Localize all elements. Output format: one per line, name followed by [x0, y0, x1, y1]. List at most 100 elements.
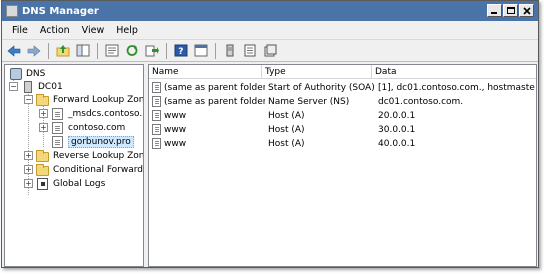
zone-icon: [51, 135, 65, 148]
record-type: Host (A): [268, 110, 305, 121]
zone-icon: [51, 107, 65, 120]
column-header-name[interactable]: Name: [149, 65, 262, 79]
record-data: 20.0.0.1: [378, 110, 416, 121]
record-data: 30.0.0.1: [378, 124, 416, 135]
properties-button[interactable]: [103, 42, 121, 60]
server-icon: [21, 80, 35, 93]
minimize-icon: [491, 12, 497, 14]
collapse-icon[interactable]: −: [24, 95, 33, 104]
zone-icon: [244, 44, 256, 57]
export-list-button[interactable]: [143, 42, 161, 60]
menu-action[interactable]: Action: [34, 25, 76, 36]
tree-item-label: contoso.com: [68, 122, 126, 133]
tree-item-reverse-lookup-zones[interactable]: + Reverse Lookup Zone: [24, 149, 144, 162]
tree-item-msdcs-zone[interactable]: + _msdcs.contoso...: [39, 107, 144, 120]
folder-icon: [36, 93, 50, 106]
menu-view[interactable]: View: [76, 25, 111, 36]
tree-item-global-logs[interactable]: + Global Logs: [24, 177, 105, 190]
help-button[interactable]: ?: [172, 42, 190, 60]
folder-icon: [36, 149, 50, 162]
logs-icon: [36, 177, 50, 190]
toolbar: ?: [2, 40, 538, 62]
record-name: www: [164, 124, 187, 135]
show-hide-tree-icon: [76, 44, 90, 57]
tree-item-forward-lookup-zones[interactable]: − Forward Lookup Zone: [24, 93, 143, 106]
record-data: 40.0.0.1: [378, 138, 416, 149]
menu-file[interactable]: File: [6, 25, 34, 36]
tree-item-dns[interactable]: DNS: [9, 67, 45, 80]
records-icon: [264, 44, 277, 57]
expand-icon[interactable]: +: [24, 151, 33, 160]
server-button[interactable]: [221, 42, 239, 60]
record-icon: [152, 124, 161, 135]
tree-item-label: Reverse Lookup Zone: [53, 150, 144, 161]
record-name: www: [164, 110, 187, 121]
record-icon: [152, 110, 161, 121]
refresh-button[interactable]: [123, 42, 141, 60]
up-button[interactable]: [54, 42, 72, 60]
column-header-type[interactable]: Type: [262, 65, 372, 79]
toolbar-separator: [215, 42, 216, 59]
maximize-icon: [506, 7, 515, 14]
menu-bar: File Action View Help: [2, 21, 538, 40]
forward-button[interactable]: [25, 42, 43, 60]
tree-item-label: _msdcs.contoso...: [68, 108, 144, 119]
folder-icon: [36, 163, 50, 176]
svg-text:?: ?: [178, 47, 183, 57]
up-folder-icon: [56, 45, 70, 57]
tree-item-label: gorbunov.pro: [68, 135, 134, 148]
toolbar-separator: [48, 42, 49, 59]
record-icon: [152, 82, 161, 93]
table-row[interactable]: (same as parent folder) Start of Authori…: [149, 81, 536, 94]
record-name: (same as parent folder): [164, 82, 265, 93]
close-icon: [522, 6, 531, 15]
expand-icon[interactable]: +: [39, 123, 48, 132]
close-button[interactable]: [519, 4, 534, 17]
tree-item-label: DNS: [26, 68, 46, 79]
tree-item-dc01[interactable]: − DC01: [9, 80, 63, 93]
table-row[interactable]: www Host (A) 30.0.0.1: [149, 123, 536, 136]
tree-item-contoso-zone[interactable]: + contoso.com: [39, 121, 125, 134]
records-list[interactable]: Name Type Data (same as parent folder) S…: [148, 64, 537, 267]
expand-icon[interactable]: +: [39, 109, 48, 118]
refresh-icon: [126, 45, 138, 56]
tree-item-label: Global Logs: [53, 178, 106, 189]
show-hide-tree-button[interactable]: [74, 42, 92, 60]
collapse-icon[interactable]: −: [9, 82, 18, 91]
menu-help[interactable]: Help: [110, 25, 144, 36]
table-row[interactable]: www Host (A) 40.0.0.1: [149, 137, 536, 150]
console-tree[interactable]: DNS − DC01 − Forward Lookup Zone + _msdc…: [4, 64, 144, 267]
maximize-button[interactable]: [503, 4, 518, 17]
dns-app-icon: [6, 5, 18, 17]
tree-item-label: DC01: [38, 81, 63, 92]
help-topics-button[interactable]: [192, 42, 210, 60]
column-header-data[interactable]: Data: [372, 65, 536, 79]
table-row[interactable]: (same as parent folder) Name Server (NS)…: [149, 95, 536, 108]
zone-icon: [51, 121, 65, 134]
back-button[interactable]: [5, 42, 23, 60]
expand-icon[interactable]: +: [24, 179, 33, 188]
record-type: Host (A): [268, 138, 305, 149]
toolbar-separator: [97, 42, 98, 59]
record-type: Name Server (NS): [268, 96, 350, 107]
zone-button[interactable]: [241, 42, 259, 60]
toolbar-separator: [166, 42, 167, 59]
record-data: dc01.contoso.com.: [378, 96, 464, 107]
expand-icon[interactable]: +: [24, 165, 33, 174]
title-bar[interactable]: DNS Manager: [2, 1, 538, 21]
properties-icon: [105, 44, 119, 57]
record-type: Host (A): [268, 124, 305, 135]
tree-item-conditional-forwarders[interactable]: + Conditional Forwarde: [24, 163, 143, 176]
record-name: (same as parent folder): [164, 96, 265, 107]
tree-item-gorbunov-zone[interactable]: gorbunov.pro: [51, 135, 134, 148]
forward-arrow-icon: [27, 44, 41, 57]
caption-buttons: [487, 4, 534, 17]
minimize-button[interactable]: [487, 4, 502, 17]
window-title: DNS Manager: [22, 5, 99, 17]
record-name: www: [164, 138, 187, 149]
record-icon: [152, 138, 161, 149]
table-row[interactable]: www Host (A) 20.0.0.1: [149, 109, 536, 122]
records-button[interactable]: [261, 42, 279, 60]
back-arrow-icon: [7, 44, 21, 57]
export-list-icon: [145, 45, 159, 57]
